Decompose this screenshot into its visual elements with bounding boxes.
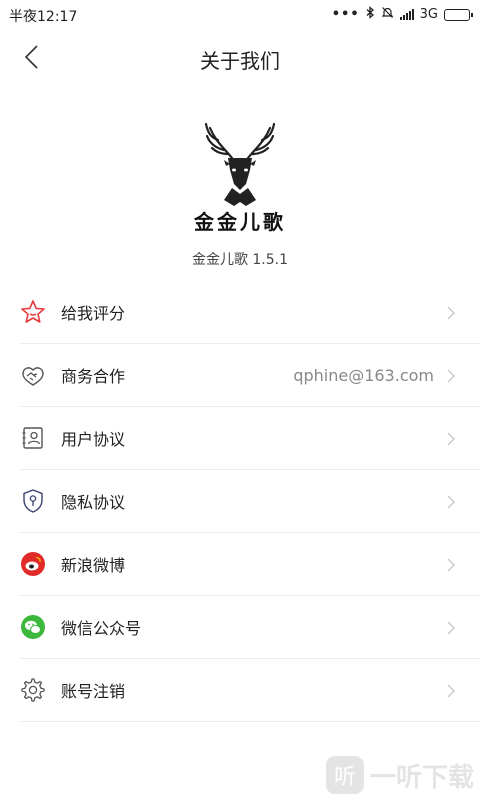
watermark-text: 一听下载 <box>369 762 474 793</box>
gear-icon <box>20 677 46 703</box>
menu-item-business[interactable]: 商务合作 qphine@163.com <box>20 344 480 407</box>
status-time: 半夜12:17 <box>9 9 78 25</box>
page-title: 关于我们 <box>200 49 280 73</box>
menu-item-label: 用户协议 <box>61 430 126 449</box>
chevron-right-icon <box>447 432 455 446</box>
user-agreement-icon <box>20 425 46 451</box>
mute-bell-icon <box>381 6 394 23</box>
menu-item-label: 新浪微博 <box>61 556 126 575</box>
privacy-shield-icon <box>20 488 46 514</box>
star-icon <box>20 299 46 325</box>
app-logo-text: 金金儿歌 <box>194 210 286 234</box>
chevron-right-icon <box>447 558 455 572</box>
wechat-icon <box>20 614 46 640</box>
network-type: 3G <box>419 7 438 22</box>
chevron-right-icon <box>447 369 455 383</box>
nav-bar: 关于我们 <box>0 30 480 86</box>
menu-item-wechat[interactable]: 微信公众号 <box>20 596 480 659</box>
status-bar: 半夜12:17 ••• 3G <box>0 0 480 30</box>
watermark: 听 一听下载 <box>325 756 474 794</box>
chevron-right-icon <box>447 621 455 635</box>
battery-icon <box>444 8 473 21</box>
menu-item-privacy[interactable]: 隐私协议 <box>20 470 480 533</box>
chevron-right-icon <box>447 495 455 509</box>
menu-item-label: 账号注销 <box>61 682 126 701</box>
menu-item-label: 微信公众号 <box>61 619 142 638</box>
menu-item-label: 商务合作 <box>61 367 126 386</box>
app-logo: 金金儿歌 <box>180 118 300 234</box>
watermark-badge: 听 <box>325 756 364 794</box>
menu-item-label: 给我评分 <box>61 304 126 323</box>
menu-item-user-agreement[interactable]: 用户协议 <box>20 407 480 470</box>
notification-dots: ••• <box>331 7 360 22</box>
chevron-right-icon <box>447 306 455 320</box>
menu-item-label: 隐私协议 <box>61 493 126 512</box>
weibo-icon <box>20 551 46 577</box>
menu-item-weibo[interactable]: 新浪微博 <box>20 533 480 596</box>
status-icons: ••• 3G <box>331 6 473 23</box>
handshake-icon <box>20 362 46 388</box>
app-version: 金金儿歌 1.5.1 <box>191 252 289 268</box>
business-email: qphine@163.com <box>293 365 434 385</box>
signal-icon <box>399 9 414 20</box>
menu-list: 给我评分 商务合作 qphine@163.com 用户协议 隐私协议 新浪微博 <box>0 281 480 722</box>
chevron-right-icon <box>447 684 455 698</box>
bluetooth-icon <box>366 6 375 23</box>
menu-item-delete-account[interactable]: 账号注销 <box>20 659 480 722</box>
menu-item-rate[interactable]: 给我评分 <box>20 281 480 344</box>
